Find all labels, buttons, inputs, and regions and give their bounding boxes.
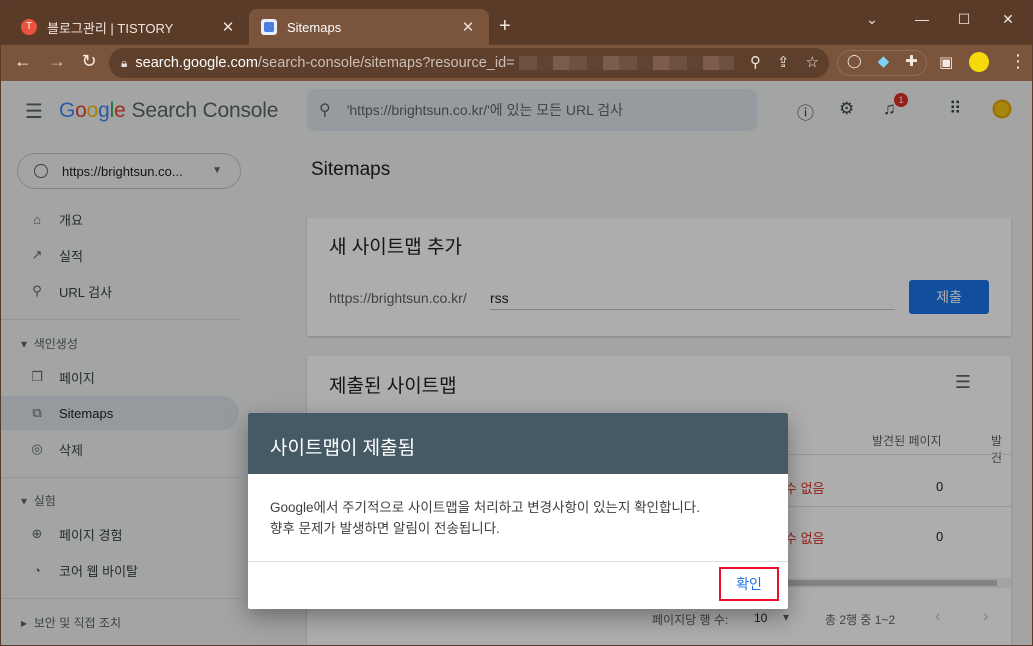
dialog-title: 사이트맵이 제출됨: [248, 413, 788, 474]
dialog-text-line: Google에서 주기적으로 사이트맵을 처리하고 변경사항이 있는지 확인합니…: [270, 500, 700, 515]
dialog-text-line: 향후 문제가 발생하면 알림이 전송됩니다.: [270, 521, 500, 536]
side-panel-icon[interactable]: ▣: [939, 53, 953, 71]
search-console-favicon-icon: [261, 19, 277, 35]
close-tab-icon[interactable]: ✕: [219, 18, 237, 36]
tab-search-chevron-icon[interactable]: ⌄: [861, 11, 883, 28]
redacted-resource-id: [518, 56, 734, 70]
zoom-icon[interactable]: ⚲: [750, 53, 761, 71]
extension-mouse-icon[interactable]: ◯: [847, 53, 862, 69]
tab-title: Sitemaps: [287, 19, 342, 35]
url-path: /search-console/sitemaps?resource_id=: [257, 55, 515, 71]
back-icon[interactable]: ←: [11, 51, 35, 72]
lock-icon: 🔒︎: [121, 55, 128, 70]
browser-window: T 블로그관리 | TISTORY ✕ Sitemaps ✕ + ⌄ — ☐ ✕…: [0, 0, 1033, 646]
minimize-icon[interactable]: —: [911, 11, 933, 27]
browser-menu-icon[interactable]: ⋮: [1009, 51, 1027, 72]
bookmark-star-icon[interactable]: ☆: [806, 53, 819, 71]
profile-avatar-icon[interactable]: [969, 52, 990, 72]
new-tab-icon[interactable]: +: [499, 15, 511, 37]
tab-sitemaps[interactable]: Sitemaps ✕: [249, 9, 489, 45]
maximize-icon[interactable]: ☐: [953, 11, 975, 28]
tab-strip: T 블로그관리 | TISTORY ✕ Sitemaps ✕ + ⌄ — ☐ ✕: [1, 1, 1032, 45]
dialog-body: Google에서 주기적으로 사이트맵을 처리하고 변경사항이 있는지 확인합니…: [270, 497, 770, 539]
url-host: search.google.com: [135, 55, 258, 71]
confirm-button[interactable]: 확인: [719, 567, 779, 601]
tab-title: 블로그관리 | TISTORY: [47, 20, 174, 36]
tistory-favicon-icon: T: [21, 19, 37, 35]
close-window-icon[interactable]: ✕: [997, 11, 1019, 28]
extensions-puzzle-icon[interactable]: ✚: [905, 52, 918, 70]
sitemap-submitted-dialog: 사이트맵이 제출됨 Google에서 주기적으로 사이트맵을 처리하고 변경사항…: [248, 413, 788, 609]
address-bar[interactable]: 🔒︎ search.google.com/search-console/site…: [109, 48, 829, 78]
share-icon[interactable]: ⇪: [777, 53, 790, 71]
forward-icon[interactable]: →: [45, 51, 69, 72]
extension-diamond-icon[interactable]: ◆: [878, 52, 890, 70]
dialog-divider: [248, 561, 788, 562]
tab-tistory[interactable]: T 블로그관리 | TISTORY ✕: [9, 9, 249, 45]
close-tab-icon[interactable]: ✕: [459, 18, 477, 36]
reload-icon[interactable]: ↻: [77, 51, 101, 72]
